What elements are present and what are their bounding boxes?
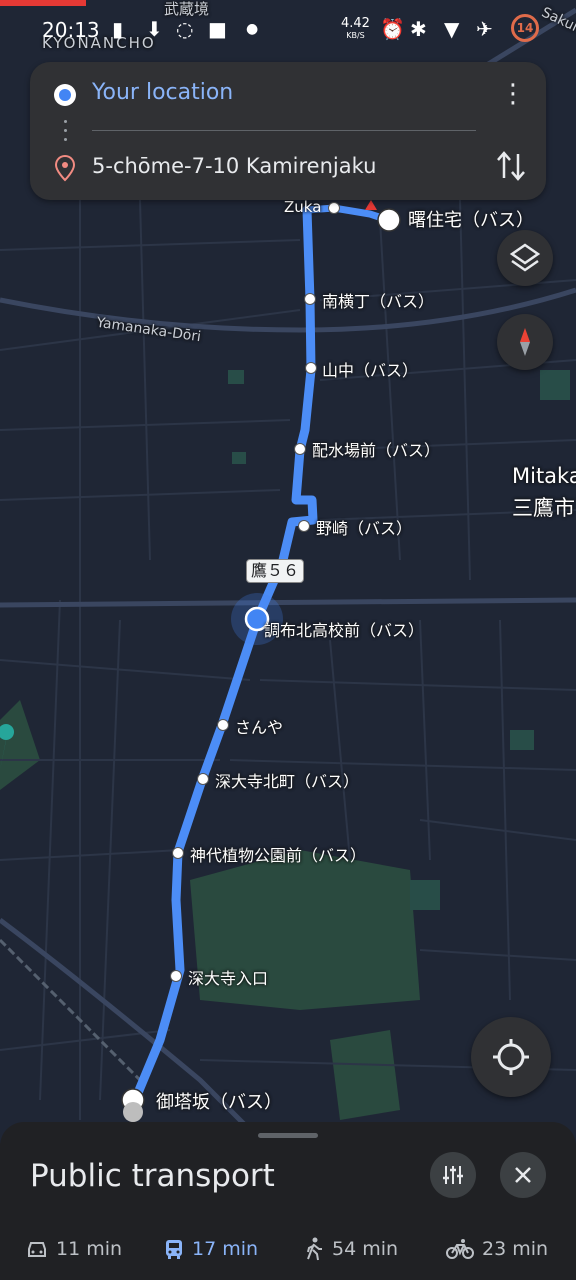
dot-icon: ● [246,21,259,37]
destination-field[interactable]: 5-chōme-7-10 Kamirenjaku [92,154,376,178]
bus-icon [166,1240,182,1259]
sync-icon: ◌ [176,17,194,41]
mode-duration: 17 min [192,1238,259,1260]
stop-label[interactable]: Zuka [284,198,321,216]
mode-cycling[interactable]: 23 min [446,1234,548,1264]
mode-driving[interactable]: 11 min [26,1234,122,1264]
walk-icon [307,1237,322,1261]
bluetooth-icon: ✱ [410,17,427,41]
status-time: 20:13 [42,18,100,42]
car-icon [28,1242,46,1257]
origin-icon [54,84,76,106]
stop-label[interactable]: 深大寺入口 [188,965,268,989]
airplane-icon: ✈ [476,17,493,41]
swap-icon[interactable] [494,148,528,184]
stop-dot [197,773,209,785]
wifi-icon: ▼ [444,17,460,41]
mode-transit[interactable]: 17 min [164,1234,258,1264]
layers-icon [509,243,541,272]
stop-label[interactable]: 神代植物公園前（バス） [190,842,366,866]
tune-icon [443,1166,463,1184]
divider [92,130,476,131]
route-badge: 鷹５６ [246,559,304,583]
battery-icon: 14 [511,14,539,42]
origin-field[interactable]: Your location [92,80,233,105]
download-icon: ⬇ [146,17,163,41]
network-speed: 4.42 KB/S [341,16,370,40]
compass-button[interactable] [497,314,553,370]
options-button[interactable] [430,1152,476,1198]
city-label: Mitaka [512,464,576,488]
my-location-button[interactable] [471,1017,551,1097]
stop-dot [217,719,229,731]
stop-dot [305,362,317,374]
mode-duration: 11 min [56,1238,123,1260]
bike-icon [446,1239,474,1259]
stop-dot [294,443,306,455]
mode-duration: 23 min [482,1238,549,1260]
compass-icon [520,328,530,356]
stop-dot [304,293,316,305]
stop-label[interactable]: 南横丁（バス） [322,288,434,312]
stop-dot [170,970,182,982]
notification-icon: ▮ [112,17,124,41]
bottom-sheet[interactable]: Public transport 11 min 17 min 54 min 23… [0,1122,576,1280]
stop-label[interactable]: 調布北高校前（バス） [264,617,424,641]
stop-label[interactable]: さんや [235,714,283,738]
origin-stop-label[interactable]: 御塔坂（バス） [156,1088,282,1114]
more-options-button[interactable]: ⋮ [498,78,528,112]
stop-dot [328,202,340,214]
alarm-icon: ⏰ [380,17,405,41]
stop-label[interactable]: 山中（バス） [322,357,418,381]
stop-label[interactable]: 野崎（バス） [316,515,412,539]
stop-label[interactable]: 深大寺北町（バス） [215,768,359,792]
destination-stop-label[interactable]: 曙住宅（バス） [408,206,534,232]
status-bar: 20:13 ▮ ⬇ ◌ ■ ● 4.42 KB/S ⏰ ✱ ▼ ✈ 14 [0,0,576,58]
close-icon [515,1167,531,1183]
connector-dots [64,120,68,142]
layers-button[interactable] [497,230,553,286]
stop-dot [298,520,310,532]
drag-handle[interactable] [258,1133,318,1138]
stop-label[interactable]: 配水場前（バス） [312,437,440,461]
mode-duration: 54 min [332,1238,399,1260]
recording-indicator [0,0,86,6]
stop-dot [172,847,184,859]
directions-card: Your location ⋮ 5-chōme-7-10 Kamirenjaku [30,62,546,200]
mode-walking[interactable]: 54 min [304,1234,398,1264]
city-label-ja: 三鷹市 [512,496,575,520]
crosshair-icon [493,1039,529,1075]
sheet-title: Public transport [30,1158,275,1194]
close-button[interactable] [500,1152,546,1198]
square-icon: ■ [208,17,227,41]
destination-pin-icon [54,154,76,182]
